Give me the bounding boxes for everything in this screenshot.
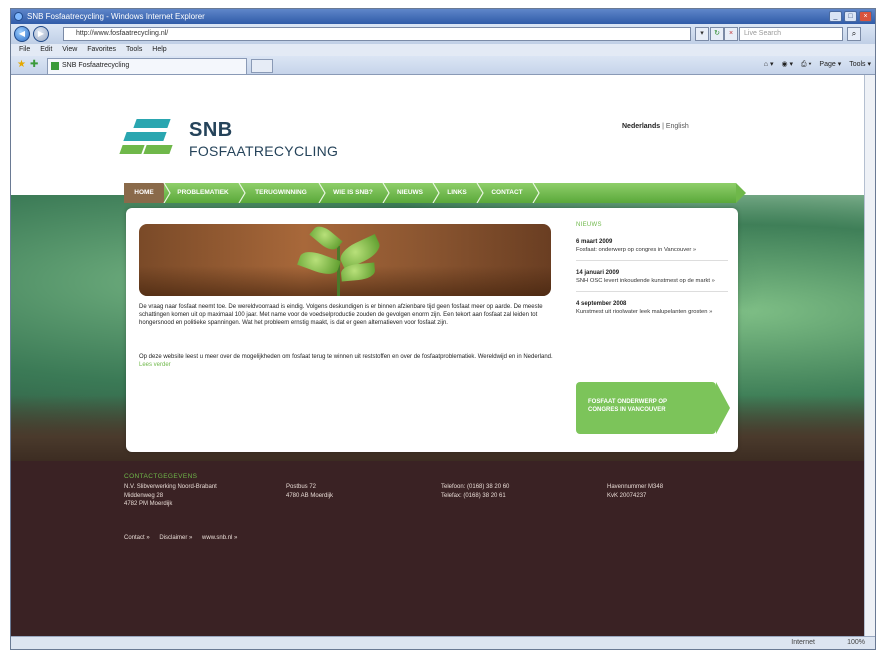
footer-link-website[interactable]: www.snb.nl » bbox=[202, 535, 237, 541]
news-link[interactable]: Fosfaat: onderwerp op congres in Vancouv… bbox=[576, 246, 728, 254]
command-bar: ⌂ ▾ ◉ ▾ ⎙ ▾ Page ▾ Tools ▾ bbox=[758, 59, 871, 71]
page-menu[interactable]: Page ▾ bbox=[819, 61, 841, 68]
minimize-button[interactable]: _ bbox=[829, 11, 842, 22]
news-date: 6 maart 2009 bbox=[576, 239, 613, 245]
menu-file[interactable]: File bbox=[19, 44, 30, 56]
feeds-icon[interactable]: ◉ ▾ bbox=[781, 61, 793, 68]
news-item[interactable]: 4 september 2008 Kunstmest uit rioolwate… bbox=[576, 300, 728, 322]
stop-icon[interactable]: × bbox=[724, 27, 738, 41]
print-icon[interactable]: ⎙ ▾ bbox=[801, 61, 812, 68]
status-zone: Internet bbox=[791, 639, 815, 646]
menu-view[interactable]: View bbox=[62, 44, 77, 56]
menu-tools[interactable]: Tools bbox=[126, 44, 142, 56]
intro-paragraph: De vraag naar fosfaat neemt toe. De were… bbox=[139, 304, 543, 327]
tools-menu[interactable]: Tools ▾ bbox=[849, 61, 871, 68]
footer-telefoon: Telefoon: (0168) 38 20 60 bbox=[441, 484, 510, 490]
promo-text: FOSFAAT ONDERWERP OP CONGRES IN VANCOUVE… bbox=[588, 399, 667, 413]
news-link[interactable]: Kunstmest uit rioolwater leek malupelant… bbox=[576, 308, 728, 316]
promo-banner[interactable]: FOSFAAT ONDERWERP OP CONGRES IN VANCOUVE… bbox=[576, 382, 716, 434]
close-button[interactable]: × bbox=[859, 11, 872, 22]
news-link[interactable]: SNH OSC levert inkoudende kunstmest op d… bbox=[576, 277, 728, 285]
vertical-scrollbar[interactable] bbox=[864, 75, 875, 639]
read-more-link[interactable]: Lees verder bbox=[139, 362, 171, 368]
logo-subtext: FOSFAATRECYCLING bbox=[189, 143, 339, 159]
main-navigation: HOME PROBLEMATIEK TERUGWINNING WIE IS SN… bbox=[124, 183, 746, 203]
forward-button[interactable]: ▶ bbox=[33, 26, 49, 42]
title-bar: SNB Fosfaatrecycling - Windows Internet … bbox=[11, 9, 875, 24]
status-bar: Internet 100% bbox=[11, 636, 875, 649]
tab-label: SNB Fosfaatrecycling bbox=[62, 62, 130, 69]
home-icon[interactable]: ⌂ ▾ bbox=[764, 61, 774, 68]
news-date: 14 januari 2009 bbox=[576, 270, 620, 276]
logo-mark-icon bbox=[119, 119, 179, 163]
promo-arrow-icon bbox=[716, 382, 730, 434]
nav-arrow-tip bbox=[736, 183, 746, 203]
favorites-star-icon[interactable]: ★ bbox=[17, 59, 26, 71]
ie-icon bbox=[14, 12, 23, 21]
footer-street: Middenweg 28 bbox=[124, 492, 164, 499]
footer-heading: CONTACTGEGEVENS bbox=[124, 473, 198, 480]
logo-text: SNB bbox=[189, 119, 233, 141]
language-switch: Nederlands | English bbox=[622, 123, 689, 130]
tab-row: ★ ✚ SNB Fosfaatrecycling ⌂ ▾ ◉ ▾ ⎙ ▾ Pag… bbox=[11, 56, 875, 75]
intro-paragraph-2: Op deze website leest u meer over de mog… bbox=[139, 354, 553, 369]
page-content: SNB FOSFAATRECYCLING Nederlands | Englis… bbox=[11, 75, 875, 639]
footer-kvk: KvK 20074237 bbox=[607, 492, 647, 499]
menu-edit[interactable]: Edit bbox=[40, 44, 52, 56]
footer-city: 4782 PM Moerdijk bbox=[124, 501, 173, 507]
news-item[interactable]: 6 maart 2009 Fosfaat: onderwerp op congr… bbox=[576, 238, 728, 261]
lang-nl-link[interactable]: Nederlands bbox=[622, 123, 660, 130]
window-title: SNB Fosfaatrecycling - Windows Internet … bbox=[27, 12, 205, 21]
footer-company: N.V. Slibverwerking Noord-Brabant bbox=[124, 484, 217, 490]
footer-phone: Telefoon: (0168) 38 20 60 Telefax: (0168… bbox=[441, 483, 509, 500]
menu-favorites[interactable]: Favorites bbox=[87, 44, 116, 56]
news-item[interactable]: 14 januari 2009 SNH OSC levert inkoudend… bbox=[576, 269, 728, 292]
dropdown-icon[interactable]: ▾ bbox=[695, 27, 709, 41]
zoom-level[interactable]: 100% bbox=[847, 637, 865, 649]
search-input[interactable]: Live Search bbox=[739, 27, 843, 41]
footer-havennummer: Havennummer M348 bbox=[607, 484, 664, 490]
footer-link-disclaimer[interactable]: Disclaimer » bbox=[159, 535, 192, 541]
address-bar[interactable]: http://www.fosfaatrecycling.nl/ bbox=[63, 27, 691, 41]
refresh-icon[interactable]: ↻ bbox=[710, 27, 724, 41]
footer-telefax: Telefax: (0168) 38 20 61 bbox=[441, 492, 506, 499]
footer-postbus: Postbus 72 bbox=[286, 484, 317, 490]
menu-help[interactable]: Help bbox=[152, 44, 166, 56]
nav-separators bbox=[163, 183, 540, 203]
maximize-button[interactable]: □ bbox=[844, 11, 857, 22]
content-card: De vraag naar fosfaat neemt toe. De were… bbox=[126, 208, 738, 452]
footer-link-contact[interactable]: Contact » bbox=[124, 535, 150, 541]
footer-links: Contact » Disclaimer » www.snb.nl » bbox=[124, 535, 245, 541]
footer-registry: Havennummer M348 KvK 20074237 bbox=[607, 483, 663, 500]
tab-snb[interactable]: SNB Fosfaatrecycling bbox=[47, 58, 247, 74]
hero-image bbox=[139, 224, 551, 296]
menu-bar: File Edit View Favorites Tools Help bbox=[11, 44, 875, 56]
footer-postbox: Postbus 72 4780 AB Moerdijk bbox=[286, 483, 333, 500]
back-button[interactable]: ◀ bbox=[14, 26, 30, 42]
favicon-icon bbox=[51, 62, 59, 70]
news-date: 4 september 2008 bbox=[576, 301, 627, 307]
news-sidebar: NIEUWS 6 maart 2009 Fosfaat: onderwerp o… bbox=[576, 222, 728, 330]
news-heading: NIEUWS bbox=[576, 222, 602, 228]
new-tab-button[interactable] bbox=[251, 59, 273, 73]
address-row: ◀ ▶ http://www.fosfaatrecycling.nl/ ▾ ↻ … bbox=[11, 24, 875, 44]
lang-en-link[interactable]: English bbox=[666, 123, 689, 130]
footer-postcode: 4780 AB Moerdijk bbox=[286, 492, 334, 499]
footer-address: N.V. Slibverwerking Noord-Brabant Midden… bbox=[124, 483, 217, 509]
browser-window: SNB Fosfaatrecycling - Windows Internet … bbox=[10, 8, 876, 650]
add-favorite-icon[interactable]: ✚ bbox=[30, 59, 38, 71]
search-icon[interactable]: ⌕ bbox=[847, 27, 861, 41]
